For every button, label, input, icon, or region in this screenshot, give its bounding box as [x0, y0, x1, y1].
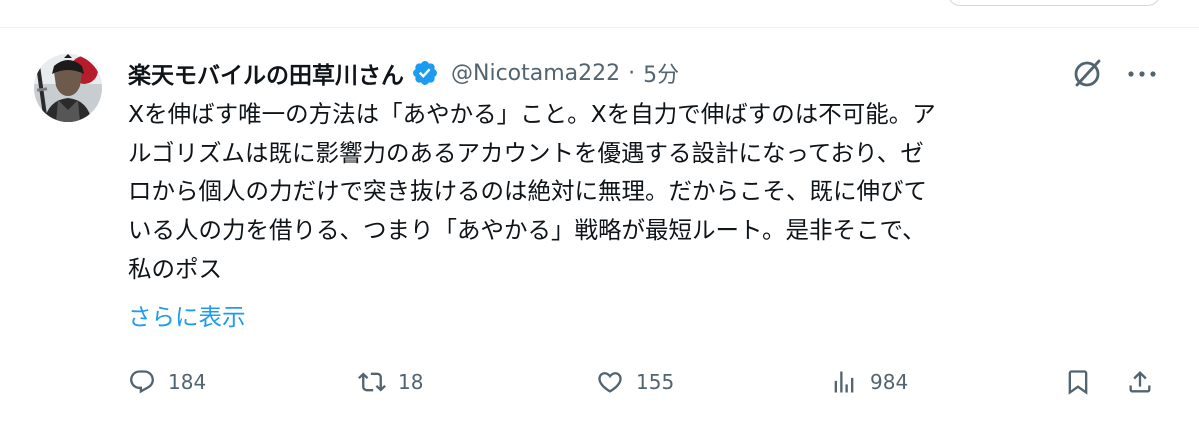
reply-count: 184	[168, 370, 207, 394]
top-divider	[0, 27, 1199, 28]
bookmark-button[interactable]	[1064, 360, 1092, 404]
more-icon[interactable]	[1126, 70, 1158, 78]
views-button[interactable]: 984	[830, 360, 908, 404]
post-text-line: Xを伸ばす唯一の方法は「あやかる」こと。Xを自力で伸ばすのは不可能。ア	[128, 100, 936, 128]
author-name[interactable]: 楽天モバイルの田草川さん	[128, 56, 404, 90]
avatar[interactable]	[34, 54, 102, 122]
post-time[interactable]: 5分	[643, 57, 679, 89]
author-handle[interactable]: @Nicotama222	[451, 61, 620, 86]
reply-button[interactable]: 184	[128, 360, 206, 404]
post-header: 楽天モバイルの田草川さん @Nicotama222 · 5分	[128, 55, 679, 91]
action-bar: 184 18 155 984	[0, 360, 1199, 404]
post-text-line: いる人の力を借りる、つまり「あやかる」戦略が最短ルート。是非そこで、	[128, 216, 926, 245]
post-text-line: ルゴリズムは既に影響力のあるアカウントを優遇する設計になっており、ゼ	[128, 138, 924, 167]
verified-badge-icon[interactable]	[411, 59, 439, 87]
like-button[interactable]: 155	[596, 360, 674, 404]
share-icon	[1129, 371, 1151, 393]
post-text-line: ロから個人の力だけで突き抜けるのは絶対に無理。だからこそ、既に伸びて	[128, 177, 927, 206]
share-button[interactable]	[1126, 360, 1154, 404]
top-pill-button[interactable]	[948, 0, 1160, 6]
show-more-link[interactable]: さらに表示	[128, 298, 246, 332]
separator-dot: ·	[628, 60, 636, 86]
views-count: 984	[870, 370, 909, 394]
repost-count: 18	[398, 370, 424, 394]
repost-button[interactable]: 18	[358, 360, 423, 404]
bookmark-icon	[1068, 370, 1088, 395]
reply-icon	[130, 370, 154, 394]
avatar-image	[34, 54, 102, 122]
repost-icon	[358, 372, 386, 392]
grok-icon[interactable]	[1070, 56, 1104, 90]
like-count: 155	[636, 370, 675, 394]
post-text: Xを伸ばす唯一の方法は「あやかる」こと。Xを自力で伸ばすのは不可能。ア ルゴリズ…	[128, 95, 1173, 289]
post-text-line: 私のポス	[128, 254, 222, 283]
views-icon	[834, 371, 854, 393]
like-icon	[598, 372, 622, 393]
